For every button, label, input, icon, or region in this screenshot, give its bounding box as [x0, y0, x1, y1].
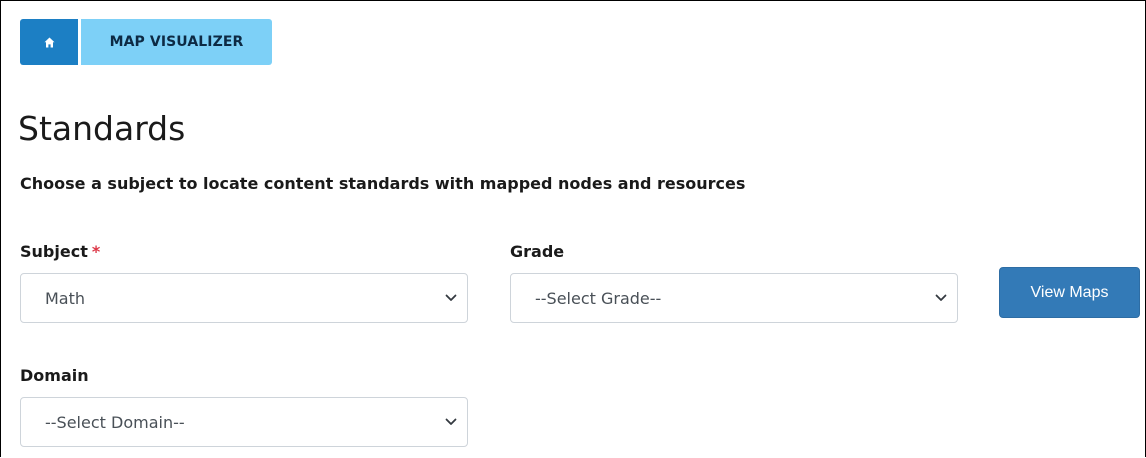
- breadcrumb: MAP VISUALIZER: [20, 19, 272, 65]
- view-maps-button[interactable]: View Maps: [999, 267, 1140, 318]
- breadcrumb-map-visualizer[interactable]: MAP VISUALIZER: [81, 19, 272, 65]
- page-title: Standards: [18, 109, 186, 148]
- grade-select[interactable]: --Select Grade--: [510, 273, 958, 323]
- domain-select-value: --Select Domain--: [45, 412, 185, 432]
- subject-select-value: Math: [45, 288, 86, 308]
- page-subtitle: Choose a subject to locate content stand…: [20, 174, 746, 193]
- chevron-down-icon: [445, 294, 457, 301]
- subject-label-text: Subject: [20, 242, 88, 261]
- required-marker: *: [91, 242, 101, 261]
- domain-select[interactable]: --Select Domain--: [20, 397, 468, 447]
- subject-label: Subject *: [20, 241, 100, 263]
- chevron-down-icon: [935, 294, 947, 301]
- home-icon: [44, 37, 54, 47]
- grade-label: Grade: [510, 242, 565, 261]
- page-frame: [0, 0, 1146, 457]
- subject-select[interactable]: Math: [20, 273, 468, 323]
- chevron-down-icon: [445, 418, 457, 425]
- grade-select-value: --Select Grade--: [535, 288, 662, 308]
- home-button[interactable]: [20, 19, 78, 65]
- domain-label: Domain: [20, 366, 89, 385]
